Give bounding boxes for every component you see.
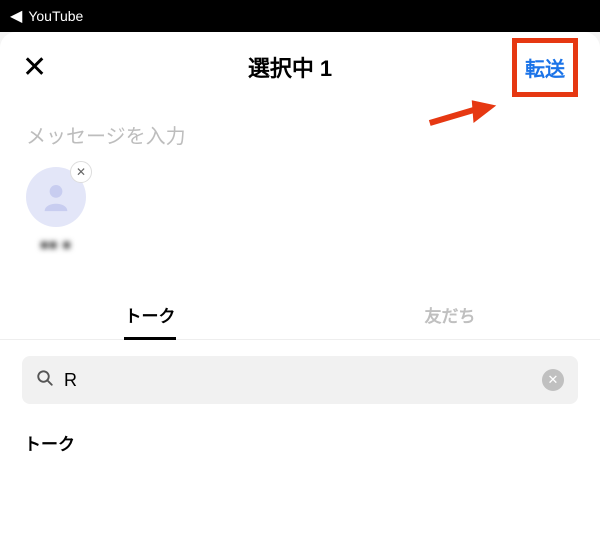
search-input[interactable]: R	[64, 370, 542, 391]
tab-friends[interactable]: 友だち	[300, 290, 600, 339]
tabs: トーク 友だち	[0, 290, 600, 340]
section-talk-label: トーク	[0, 420, 600, 455]
back-arrow-icon[interactable]: ◀	[10, 6, 22, 26]
forward-button-container: 転送	[498, 38, 578, 97]
search-icon	[36, 369, 54, 392]
forward-button[interactable]: 転送	[525, 53, 565, 82]
status-bar: ◀ YouTube	[0, 0, 600, 32]
selected-item: ✕ ■■ ■	[26, 167, 86, 252]
search-box[interactable]: R ✕	[22, 356, 578, 404]
tab-talk[interactable]: トーク	[0, 290, 300, 339]
avatar-wrap: ✕	[26, 167, 86, 227]
modal-header: ✕ 選択中 1 転送	[0, 32, 600, 102]
annotation-highlight-box: 転送	[512, 38, 578, 97]
selected-items-row: ✕ ■■ ■	[0, 159, 600, 260]
remove-selection-button[interactable]: ✕	[70, 161, 92, 183]
person-icon	[39, 180, 73, 214]
modal-title: 選択中 1	[82, 51, 498, 83]
clear-search-button[interactable]: ✕	[542, 369, 564, 391]
close-button[interactable]: ✕	[22, 50, 82, 85]
back-app-label[interactable]: YouTube	[28, 8, 83, 24]
message-input[interactable]: メッセージを入力	[0, 102, 600, 159]
selected-item-name: ■■ ■	[26, 237, 86, 252]
forward-modal: ✕ 選択中 1 転送 メッセージを入力 ✕ ■■	[0, 32, 600, 536]
